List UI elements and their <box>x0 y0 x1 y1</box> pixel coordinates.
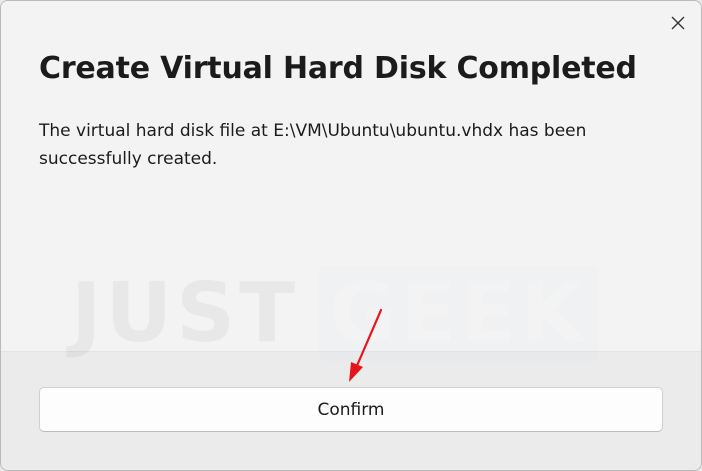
watermark-just: JUST <box>71 266 299 361</box>
dialog-title: Create Virtual Hard Disk Completed <box>39 51 637 86</box>
confirm-button[interactable]: Confirm <box>39 387 663 432</box>
close-button[interactable] <box>663 9 693 37</box>
dialog-message: The virtual hard disk file at E:\VM\Ubun… <box>39 121 587 169</box>
red-arrow-annotation <box>349 308 383 382</box>
watermark-logo: JUSTGEEK <box>71 266 598 361</box>
close-icon <box>671 16 685 30</box>
create-vhd-dialog: Create Virtual Hard Disk Completed The v… <box>0 0 702 471</box>
